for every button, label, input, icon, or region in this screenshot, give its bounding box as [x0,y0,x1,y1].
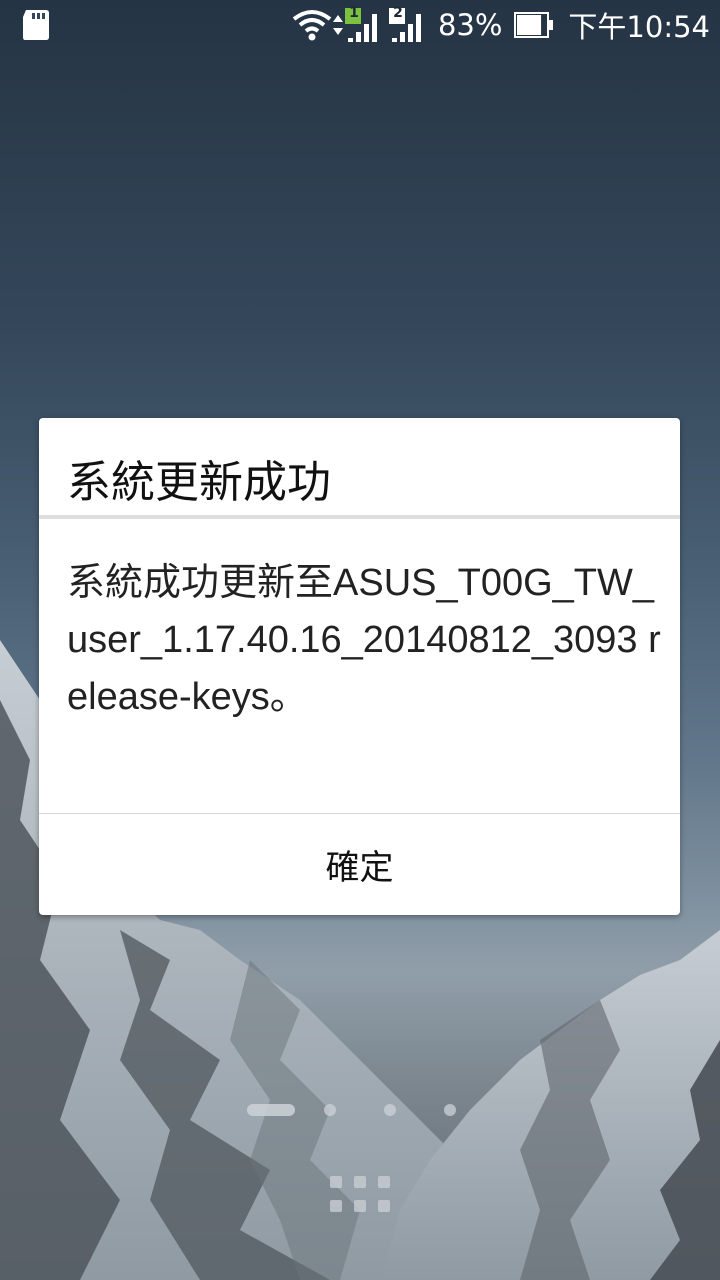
page-indicator-dot[interactable] [324,1104,336,1116]
app-drawer-icon[interactable] [330,1176,390,1214]
status-bar: 1 2 83% 下午10:54 [0,0,720,50]
page-indicator-current[interactable] [247,1104,295,1116]
page-indicator-dot[interactable] [444,1104,456,1116]
battery-icon [514,12,554,38]
wifi-icon [292,10,332,41]
status-icons: 1 2 83% 下午10:54 [292,0,710,50]
clock: 下午10:54 [568,10,710,44]
dialog-title: 系統更新成功 [67,457,331,508]
dialog-message: 系統成功更新至ASUS_T00G_TW_user_1.17.40.16_2014… [67,562,661,718]
update-success-dialog: 系統更新成功 系統成功更新至ASUS_T00G_TW_user_1.17.40.… [39,418,680,915]
page-indicator-dot[interactable] [384,1104,396,1116]
ok-button[interactable]: 確定 [39,814,680,915]
title-divider [39,515,680,519]
data-activity-icon [332,15,343,35]
sim2-label: 2 [393,5,403,21]
page-indicator [0,1102,720,1118]
battery-percent: 83% [437,8,503,42]
sim1-label: 1 [349,5,359,21]
home-screen: 1 2 83% 下午10:54 系統更新成功 系統成功更新至ASUS_T00G_… [0,0,720,1280]
sd-card-icon [23,10,49,40]
